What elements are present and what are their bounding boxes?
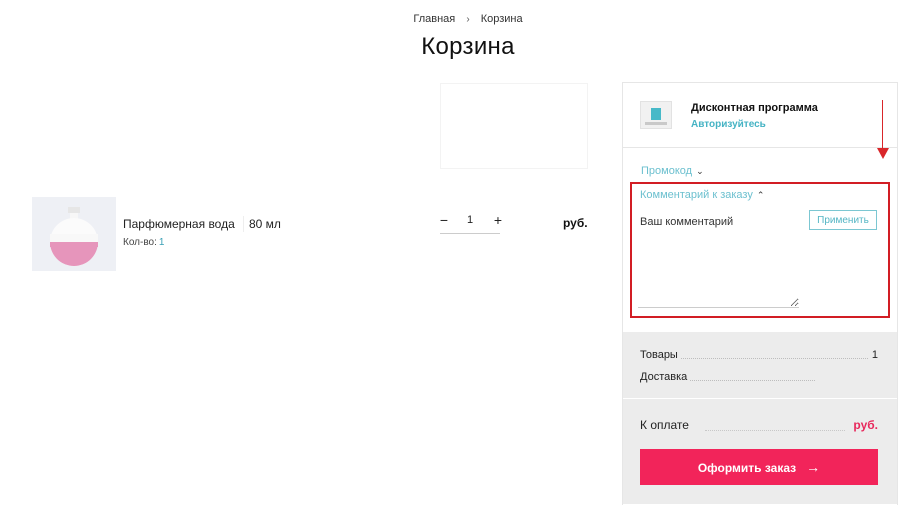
- dotted-leader: [705, 430, 845, 431]
- checkout-button-label: Оформить заказ: [697, 461, 797, 475]
- promo-code-label: Промокод: [641, 165, 693, 177]
- red-arrow-head-icon: [877, 148, 889, 159]
- delivery-label: Доставка: [640, 371, 691, 383]
- apply-comment-button[interactable]: Применить: [809, 210, 877, 230]
- promo-code-toggle[interactable]: Промокод ⌄: [641, 165, 704, 177]
- chevron-up-icon: ⌃: [756, 190, 765, 200]
- order-comment-input[interactable]: [638, 208, 799, 308]
- checkout-button[interactable]: Оформить заказ →: [640, 449, 878, 485]
- goods-row: Товары 1: [640, 349, 878, 363]
- total-value: руб.: [853, 418, 878, 432]
- breadcrumb-current: Корзина: [480, 13, 523, 25]
- quantity-stepper-value[interactable]: 1: [462, 214, 478, 226]
- red-arrow-annotation: [882, 100, 883, 152]
- page-title: Корзина: [421, 33, 515, 60]
- breadcrumb-separator-icon: ›: [466, 14, 470, 25]
- order-totals: Товары 1 Доставка К оплате руб. Оформить…: [623, 332, 897, 504]
- discount-program: Дисконтная программа Авторизуйтесь: [623, 83, 897, 148]
- discount-program-title: Дисконтная программа: [691, 102, 818, 114]
- order-comment-toggle[interactable]: Комментарий к заказу ⌃: [640, 189, 764, 201]
- total-label: К оплате: [640, 418, 689, 432]
- chevron-down-icon: ⌄: [696, 166, 704, 176]
- quantity-value: 1: [158, 237, 165, 248]
- goods-label: Товары: [640, 349, 681, 361]
- delivery-row: Доставка: [640, 371, 815, 385]
- product-volume: 80 мл: [243, 216, 286, 232]
- goods-count: 1: [868, 349, 878, 361]
- order-comment-label: Комментарий к заказу: [640, 189, 753, 201]
- empty-placeholder-box: [440, 83, 588, 169]
- login-link[interactable]: Авторизуйтесь: [691, 119, 766, 130]
- quantity-label: Кол-во:: [123, 237, 157, 248]
- item-price: руб.: [563, 216, 588, 230]
- quantity-stepper: − 1 +: [440, 211, 502, 234]
- product-quantity-info: Кол-во: 1: [123, 237, 164, 248]
- product-image[interactable]: [32, 197, 116, 271]
- totals-divider: [623, 398, 897, 399]
- breadcrumb: Главная › Корзина: [0, 13, 900, 25]
- perfume-bottle-icon: [50, 207, 98, 266]
- decrease-quantity-button[interactable]: −: [436, 211, 452, 229]
- breadcrumb-home-link[interactable]: Главная: [413, 13, 455, 25]
- discount-card-icon: [640, 101, 672, 129]
- increase-quantity-button[interactable]: +: [490, 211, 506, 229]
- product-name[interactable]: Парфюмерная вода: [123, 217, 235, 231]
- arrow-right-icon: →: [806, 459, 821, 475]
